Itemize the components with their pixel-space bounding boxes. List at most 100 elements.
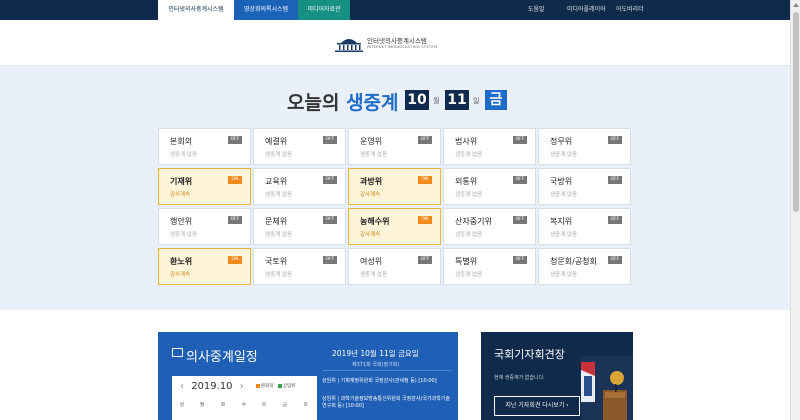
schedule-item[interactable]: 상임위 | 기획재정위원회 국정감사(관세청 등) [10:00] <box>322 378 452 385</box>
committee-name: 행안위 <box>170 217 193 226</box>
today-title: 오늘의 생중계 <box>287 88 399 115</box>
weekday-label: 금 <box>282 403 288 408</box>
legend-plenary: 본회의 <box>261 384 274 389</box>
committee-card[interactable]: 문체위 생중계 없음 OFF <box>253 208 346 245</box>
committee-status: 감사계속 <box>360 232 381 238</box>
schedule-item[interactable]: 상임위 | 과학기술정보방송통신위원회 국정감사(국가과학기술연구회 등) [1… <box>322 396 452 410</box>
committee-card[interactable]: 법사위 생중계 없음 OFF <box>443 128 536 165</box>
committee-card[interactable]: 기재위 감사계속 ON <box>158 168 251 205</box>
past-press-replay-button[interactable]: 지난 기자회견 다시보기 › <box>494 396 580 416</box>
media-player-link[interactable]: 미디어플레이어 <box>567 0 606 20</box>
day-box: 11 <box>445 90 469 110</box>
committee-card[interactable]: 환노위 감사계속 ON <box>158 248 251 285</box>
committee-name: 산자중기위 <box>455 217 492 226</box>
live-status-badge: OFF <box>608 256 622 264</box>
committee-card[interactable]: 복지위생중계 없음 OFF <box>538 208 631 245</box>
live-status-badge: OFF <box>228 216 242 224</box>
logo-name-kr: 인터넷의사중계시스템 <box>367 37 427 45</box>
committee-name: 특별위 <box>455 257 478 266</box>
committee-card[interactable]: 산자중기위생중계 없음 OFF <box>443 208 536 245</box>
tab-internet-broadcasting[interactable]: 인터넷의사중계시스템 <box>158 0 234 20</box>
committee-card[interactable]: 특별위 생중계 없음 OFF <box>443 248 536 285</box>
press-room-title: 국회기자회견장 <box>494 348 565 361</box>
top-navigation-bar: 인터넷의사중계시스템 영상회의록시스템 미디어자료관 도움말 미디어플레이어 어… <box>0 0 790 20</box>
committee-status: 생중계 없음 <box>550 272 578 278</box>
live-status-badge: OFF <box>608 136 622 144</box>
committee-name: 복지위 <box>550 217 573 226</box>
scroll-thumb[interactable] <box>793 12 799 212</box>
committee-status: 생중계 없음 <box>265 192 293 198</box>
next-month-button[interactable]: › <box>240 381 244 392</box>
committee-name: 국토위 <box>265 257 288 266</box>
committee-card[interactable]: 외통위 생중계 없음 OFF <box>443 168 536 205</box>
committee-card[interactable]: 교육위 생중계 없음 OFF <box>253 168 346 205</box>
live-status-badge: ON <box>228 176 242 184</box>
scroll-up-arrow-icon[interactable] <box>793 3 799 7</box>
live-status-badge: ON <box>418 216 432 224</box>
podium-illustration <box>581 356 633 420</box>
day-unit: 일 <box>473 97 480 105</box>
mini-calendar: ‹ 2019.10 › 본회의 상임위 일 월 화 수 목 금 토 <box>172 376 317 420</box>
live-status-badge: OFF <box>608 176 622 184</box>
legend-standing: 상임위 <box>282 384 296 389</box>
committee-status: 생중계 없음 <box>170 232 198 238</box>
live-status-badge: OFF <box>418 136 432 144</box>
weekday-label: 수 <box>241 403 247 408</box>
legend-dot-standing <box>277 383 282 388</box>
committee-card[interactable]: 정무위생중계 없음 OFF <box>538 128 631 165</box>
prev-month-button[interactable]: ‹ <box>180 381 184 392</box>
committee-name: 여성위 <box>360 257 383 266</box>
logo-name-en: INTERNET BROADCASTING SYSTEM <box>367 45 438 49</box>
logo-band: 인터넷의사중계시스템 INTERNET BROADCASTING SYSTEM <box>0 20 790 66</box>
today-highlight: 생중계 <box>346 92 399 114</box>
live-status-badge: OFF <box>323 216 337 224</box>
tab-media-archive[interactable]: 미디어자료관 <box>298 0 350 20</box>
committee-name: 청문회/공청회 <box>550 257 597 266</box>
month-unit: 월 <box>433 97 440 105</box>
live-status-badge: OFF <box>513 176 527 184</box>
calendar-weekday-row: 일 월 화 수 목 금 토 <box>172 402 317 412</box>
committee-status: 생중계 없음 <box>550 152 578 158</box>
schedule-date-heading: 2019년 10월 11일 금요일 <box>332 349 419 358</box>
today-prefix: 오늘의 <box>287 92 340 114</box>
adobe-reader-link[interactable]: 어도비리더 <box>616 0 644 20</box>
committee-card[interactable]: 국토위 생중계 없음 OFF <box>253 248 346 285</box>
committee-status: 생중계 없음 <box>455 232 483 238</box>
committee-card[interactable]: 국방위 생중계 없음 OFF <box>538 168 631 205</box>
committee-status: 감사계속 <box>170 192 191 198</box>
committee-card[interactable]: 예결위 생중계 없음 OFF <box>253 128 346 165</box>
committee-card[interactable]: 청문회/공청회생중계 없음 OFF <box>538 248 631 285</box>
weekday-label: 목 <box>261 403 267 408</box>
committee-card[interactable]: 여성위 생중계 없음 OFF <box>348 248 441 285</box>
schedule-divider <box>322 370 452 371</box>
committee-name: 국방위 <box>550 177 573 186</box>
tab-video-minutes[interactable]: 영상회의록시스템 <box>234 0 298 20</box>
legend-dot-plenary <box>256 383 260 388</box>
page-scrollbar[interactable] <box>790 0 800 420</box>
committee-status: 생중계 없음 <box>550 232 578 238</box>
committee-status: 생중계 없음 <box>170 152 198 158</box>
committee-card[interactable]: 과방위감사계속 ON <box>348 168 441 205</box>
live-status-badge: ON <box>418 176 432 184</box>
press-room-message: 현재 생중계가 없습니다. <box>494 375 545 381</box>
committee-card[interactable]: 본회의 생중계 없음 OFF <box>158 128 251 165</box>
committee-name: 농해수위 <box>360 217 390 226</box>
live-status-badge: OFF <box>513 216 527 224</box>
committee-name: 운영위 <box>360 137 383 146</box>
site-logo[interactable]: 인터넷의사중계시스템 INTERNET BROADCASTING SYSTEM <box>333 32 443 56</box>
committee-status: 생중계 없음 <box>455 272 483 278</box>
committee-name: 법사위 <box>455 137 478 146</box>
calendar-month-label: 2019.10 <box>191 381 233 392</box>
live-status-badge: OFF <box>418 256 432 264</box>
committee-name: 정무위 <box>550 137 573 146</box>
committee-status: 감사계속 <box>360 192 381 198</box>
live-status-badge: OFF <box>513 136 527 144</box>
committee-card[interactable]: 행안위생중계 없음 OFF <box>158 208 251 245</box>
committee-card[interactable]: 농해수위감사계속 ON <box>348 208 441 245</box>
live-status-badge: OFF <box>608 216 622 224</box>
calendar-legend: 본회의 상임위 <box>256 383 295 389</box>
committee-name: 예결위 <box>265 137 288 146</box>
help-link[interactable]: 도움말 <box>528 0 545 20</box>
committee-name: 과방위 <box>360 177 383 186</box>
committee-card[interactable]: 운영위 생중계 없음 OFF <box>348 128 441 165</box>
